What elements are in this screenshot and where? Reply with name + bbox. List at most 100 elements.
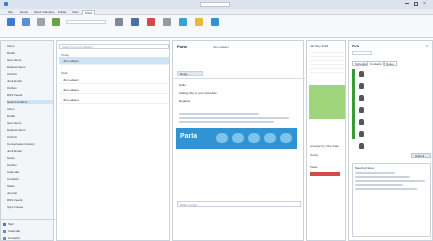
new-items-button[interactable]	[19, 17, 33, 35]
folder-item[interactable]: Junk Email	[7, 149, 53, 153]
close-icon[interactable]: ×	[426, 43, 428, 48]
people-icon	[3, 237, 6, 240]
avatar[interactable]	[359, 83, 364, 89]
submit-button[interactable]: Submit	[411, 153, 431, 158]
folder-item[interactable]: Sent Items	[7, 121, 53, 125]
reply-placeholder: Write a reply...	[180, 203, 200, 207]
folder-item[interactable]: Contacts	[7, 177, 53, 181]
window-controls[interactable]: ×	[405, 2, 431, 7]
avatar[interactable]	[359, 107, 364, 113]
folder-label: Archive	[7, 135, 18, 139]
pane-header: Parla	[352, 44, 360, 48]
delete-button[interactable]	[34, 17, 48, 35]
folder-item[interactable]: Sent Items	[7, 58, 53, 62]
folder-item[interactable]: Archive	[7, 72, 53, 76]
nav-mail[interactable]: Mail	[3, 222, 43, 227]
cloud-icon	[248, 133, 260, 143]
folder-label: Junk Email	[7, 149, 22, 153]
list-item[interactable]: Jitu Lalwani	[59, 57, 169, 65]
list-item[interactable]: Jitu Lalwani	[59, 86, 169, 94]
submit-label: Submit	[415, 154, 425, 158]
sender: Jitu Lalwani	[63, 88, 79, 92]
appointment-block[interactable]	[309, 85, 345, 119]
folder-item[interactable]: Search Folders	[7, 100, 53, 104]
rules-button[interactable]	[128, 17, 142, 35]
avatar[interactable]	[359, 71, 364, 77]
cloud-icon	[216, 133, 228, 143]
list-item[interactable]: Jitu Lalwani	[59, 96, 169, 104]
maximize-icon[interactable]	[414, 2, 418, 6]
nav-contacts-label: Contacts	[8, 236, 20, 240]
folder-item[interactable]: Calendar	[7, 170, 53, 174]
folder-item[interactable]: RSS Feeds	[7, 198, 53, 202]
folder-item[interactable]: Inbox	[7, 44, 53, 48]
move-button[interactable]	[112, 17, 126, 35]
new-email-button[interactable]	[4, 17, 18, 35]
text-line	[355, 180, 425, 182]
folder-item[interactable]: Journal	[7, 191, 53, 195]
task-item[interactable]	[310, 172, 340, 176]
status-bar	[352, 69, 355, 139]
ribbon	[0, 15, 433, 38]
notes-area[interactable]: Meeting Notes	[352, 163, 431, 237]
nav-calendar-label: Calendar	[8, 229, 21, 233]
folder-item[interactable]: Deleted Items	[7, 65, 53, 69]
minimize-icon[interactable]	[405, 3, 409, 4]
folder-item[interactable]: Sync Issues	[7, 205, 53, 209]
search-input[interactable]: Search Current Mailbox	[59, 44, 169, 49]
close-icon[interactable]: ×	[423, 2, 428, 7]
reply-button[interactable]	[49, 17, 63, 35]
cloud-icon	[264, 133, 276, 143]
folder-item[interactable]: Outbox	[7, 163, 53, 167]
folder-item[interactable]: Drafts	[7, 51, 53, 55]
nav-contacts[interactable]: Contacts	[3, 236, 43, 241]
parla-pane: Parla × Schedule Contacts Notes Submit M…	[348, 40, 433, 241]
list-item[interactable]: Jitu Lalwani	[59, 76, 169, 84]
folder-item[interactable]: Inbox	[7, 107, 53, 111]
title-search[interactable]	[200, 2, 230, 7]
avatar[interactable]	[359, 95, 364, 101]
quick-steps[interactable]	[66, 20, 106, 24]
reply-button[interactable]: Reply	[177, 71, 203, 76]
avatar[interactable]	[359, 131, 364, 137]
text-line	[355, 184, 403, 186]
text-line	[355, 188, 417, 190]
folder-label: Journal	[7, 191, 17, 195]
tags-button[interactable]	[144, 17, 158, 35]
reply-input[interactable]: Write a reply...	[177, 201, 301, 207]
text-line	[355, 172, 395, 174]
folder-item[interactable]: Tasks	[7, 184, 53, 188]
folder-item[interactable]: RSS Feeds	[7, 93, 53, 97]
folder-move-icon	[115, 18, 123, 26]
title-bar: ×	[0, 0, 433, 9]
store-button[interactable]	[176, 17, 190, 35]
sender: Jitu Lalwani	[63, 98, 79, 102]
avatar[interactable]	[359, 143, 364, 149]
parla-schedule-button[interactable]	[208, 17, 222, 35]
find-button[interactable]	[160, 17, 174, 35]
message-from: Jitu Lalwani	[213, 45, 229, 49]
avatar[interactable]	[359, 119, 364, 125]
sender: Jitu Lalwani	[63, 59, 79, 63]
folder-item[interactable]: Conversation History	[7, 142, 53, 146]
pane-select[interactable]	[352, 51, 372, 55]
parla-button[interactable]	[192, 17, 206, 35]
notes-title: Meeting Notes	[355, 166, 375, 170]
store-icon	[179, 18, 187, 26]
folder-label: Contacts	[7, 177, 19, 181]
nav-calendar[interactable]: Calendar	[3, 229, 43, 234]
folder-item[interactable]: Archive	[7, 135, 53, 139]
reply-icon	[52, 18, 60, 26]
folder-item[interactable]: Junk Email	[7, 79, 53, 83]
date-navigator[interactable]	[310, 49, 344, 73]
group-header: Older	[61, 71, 69, 75]
folder-label: Notes	[7, 156, 15, 160]
folder-item[interactable]: Outbox	[7, 86, 53, 90]
pane-tab-notes[interactable]: Notes	[383, 61, 397, 66]
text-line	[355, 176, 410, 178]
folder-item[interactable]: Notes	[7, 156, 53, 160]
text-line	[179, 113, 259, 115]
folder-item[interactable]: Deleted Items	[7, 128, 53, 132]
folder-item[interactable]: Drafts	[7, 114, 53, 118]
message-subject: Parla	[177, 44, 187, 49]
